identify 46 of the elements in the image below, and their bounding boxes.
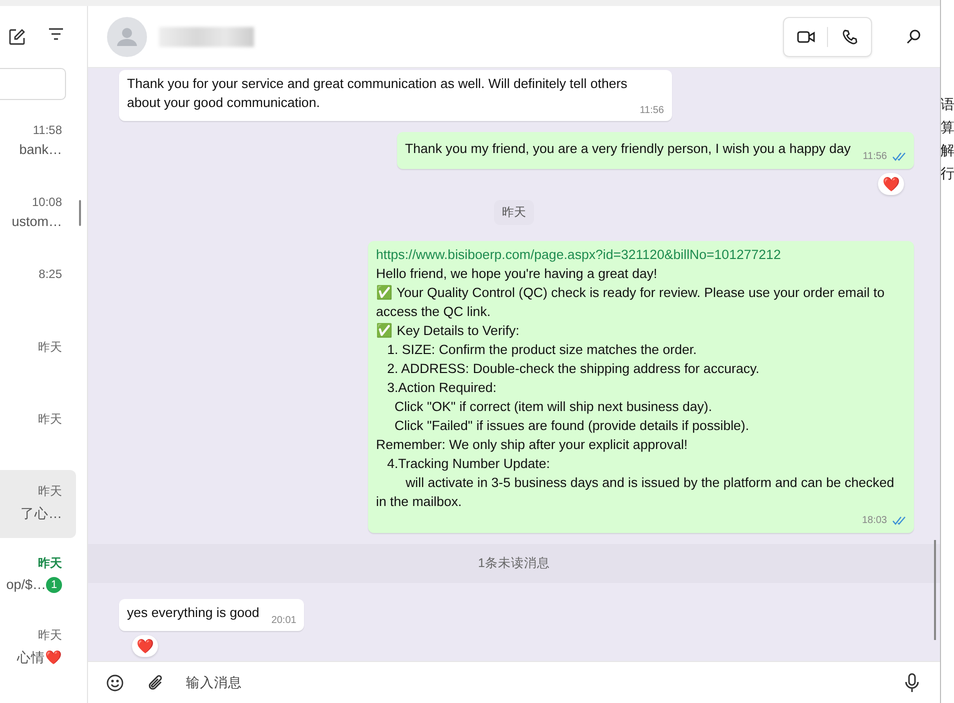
chat-time: 昨天 (38, 339, 62, 356)
chat-list-item[interactable]: 8:25 (0, 254, 76, 322)
date-chip: 昨天 (494, 200, 534, 225)
scrollbar-thumb[interactable] (934, 540, 936, 640)
chat-time: 10:08 (32, 195, 62, 209)
message-text: Thank you my friend, you are a very friendly person, I wish you a happy day (405, 141, 851, 156)
video-call-icon[interactable] (796, 30, 814, 44)
chat-list-item[interactable]: 昨天 (0, 326, 76, 394)
chat-list-item[interactable]: 昨天 了心… (0, 470, 76, 538)
chat-time: 昨天 (38, 411, 62, 428)
message-time: 18:03 (862, 514, 887, 528)
chat-list-item[interactable]: 昨天 (0, 398, 76, 466)
message-time: 11:56 (862, 150, 887, 164)
chat-time: 昨天 (38, 555, 62, 572)
chat-time: 昨天 (38, 627, 62, 644)
chat-list-item[interactable]: 昨天 心情❤ (0, 614, 76, 682)
message-time: 20:01 (271, 614, 296, 628)
chat-list-item[interactable]: 11:58 bank… (0, 110, 76, 178)
message-text: Hello friend, we hope you're having a great day! ✅ Your Quality Control (QC) check is ready for review. Please use your order email to access the QC link. ✅ Key Details to Verify: 1. SIZE: Confirm the product size matches the order. 2. ADDRESS: Double-check the shipping address for accuracy. 3.Action Required: Click "OK" if correct (item will ship next business day). Click "Failed" if issues are found (provide details if possible). Remember: We only ship after your explicit approval! 4.Tracking Number Update: will activate in 3-5 business days and is issued by the platform and can be checked in the mailbox. (376, 266, 896, 509)
chat-time: 8:25 (38, 267, 62, 281)
chat-time: 11:58 (32, 123, 62, 137)
chat-list-item[interactable]: 10:08 ustom… (0, 182, 76, 250)
filter-icon[interactable] (48, 28, 64, 40)
message-preview: 了心… (20, 505, 62, 523)
window-text: 算 (941, 119, 954, 135)
chat-list-item[interactable]: 昨天 op/$… 1 (0, 542, 76, 610)
phone-icon[interactable] (842, 28, 858, 44)
message-preview: ustom… (12, 214, 62, 229)
compose-icon[interactable] (8, 28, 26, 46)
unread-count-badge: 1 (46, 577, 62, 593)
message-link[interactable]: https://www.bisiboerp.com/page.aspx?id=321120&billNo=101277212 (376, 245, 906, 264)
message-preview: 心情❤ (17, 649, 62, 667)
reaction-badge[interactable]: ❤ (132, 635, 158, 657)
chat-time: 昨天 (38, 483, 62, 500)
message-preview: op/$… (6, 577, 46, 592)
message-text: Thank you for your service and great communication as well. Will definitely tell others about your good communication. (127, 76, 628, 110)
scrollbar-thumb[interactable] (79, 200, 81, 226)
attach-button[interactable] (148, 674, 164, 692)
message-preview: bank… (19, 142, 62, 157)
search-field[interactable] (0, 68, 66, 100)
emoji-button[interactable] (106, 674, 124, 692)
message-time: 11:56 (640, 104, 664, 118)
reaction-badge[interactable]: ❤ (878, 173, 904, 195)
search-icon[interactable] (906, 29, 920, 44)
microphone-button[interactable] (905, 672, 919, 692)
message-text: yes everything is good (127, 605, 260, 620)
